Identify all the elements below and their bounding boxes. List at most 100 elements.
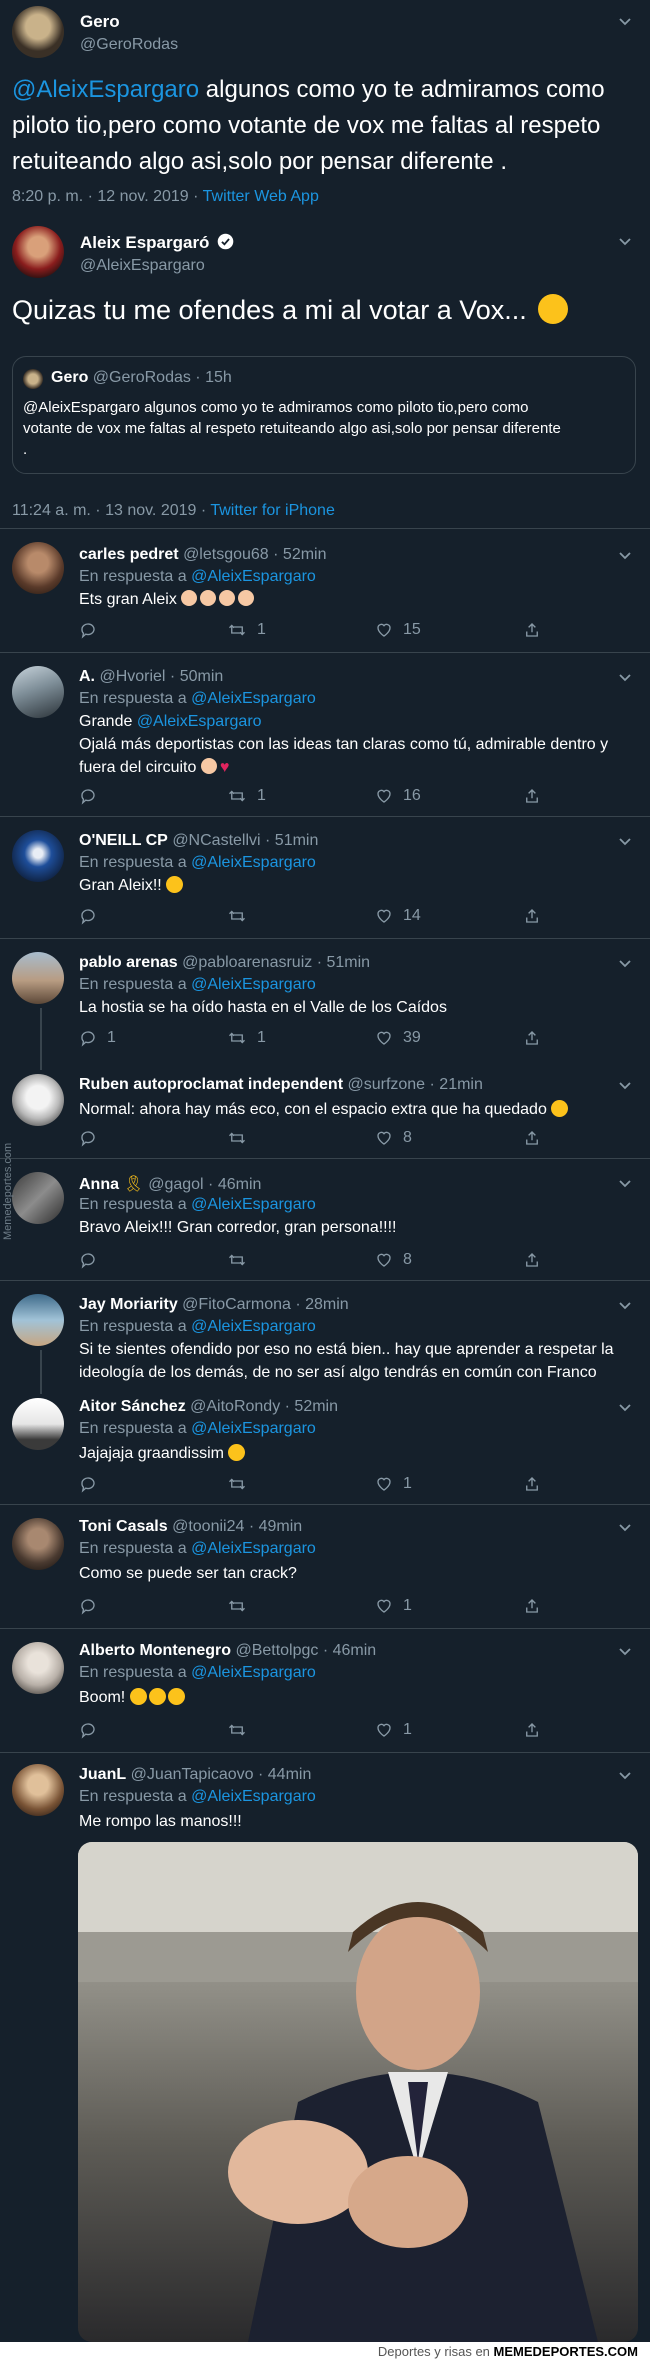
chevron-down-icon[interactable] [618,1768,632,1782]
chevron-down-icon[interactable] [618,1176,632,1190]
avatar[interactable] [12,1172,64,1224]
source-link[interactable]: Twitter for iPhone [210,502,335,519]
like-button[interactable]: 1 [375,1596,412,1616]
share-button[interactable] [523,906,541,926]
reply-button[interactable] [79,1128,97,1148]
chevron-down-icon[interactable] [618,670,632,684]
like-button[interactable]: 1 [375,1720,412,1740]
reply-author[interactable]: Aitor Sánchez @AitoRondy · 52min [79,1398,338,1416]
attached-gif-image[interactable] [78,1842,638,2342]
reply-author[interactable]: carles pedret @letsgou68 · 52min [79,546,327,564]
avatar[interactable] [12,830,64,882]
like-button[interactable]: 8 [375,1250,412,1270]
author-handle[interactable]: @AleixEspargaro [80,257,205,275]
reply-author[interactable]: Alberto Montenegro @Bettolpgc · 46min [79,1642,376,1660]
reply-button[interactable] [79,1596,97,1616]
reply-author[interactable]: JuanL @JuanTapicaovo · 44min [79,1766,311,1784]
reply-author[interactable]: pablo arenas @pabloarenasruiz · 51min [79,954,370,972]
chevron-down-icon[interactable] [618,14,632,28]
chevron-down-icon[interactable] [618,1400,632,1414]
share-button[interactable] [523,1250,541,1270]
chevron-down-icon[interactable] [618,834,632,848]
reply-button[interactable] [79,786,97,806]
avatar[interactable] [12,1642,64,1694]
like-button[interactable]: 39 [375,1028,421,1048]
share-button[interactable] [523,786,541,806]
mention-link[interactable]: @AleixEspargaro [12,76,199,103]
share-button[interactable] [523,1596,541,1616]
avatar[interactable] [12,666,64,718]
reply-button[interactable] [79,906,97,926]
author-name[interactable]: Aleix Espargaró [80,233,234,253]
retweet-button[interactable]: 1 [227,1028,266,1048]
chevron-down-icon[interactable] [618,234,632,248]
mention-link[interactable]: @AleixEspargaro [191,1664,316,1681]
chevron-down-icon[interactable] [618,1298,632,1312]
mention-link[interactable]: @AleixEspargaro [191,1540,316,1557]
retweet-button[interactable] [227,1474,247,1494]
retweet-button[interactable] [227,1128,247,1148]
retweet-button[interactable] [227,1596,247,1616]
share-button[interactable] [523,1474,541,1494]
like-button[interactable]: 8 [375,1128,412,1148]
like-button[interactable]: 14 [375,906,421,926]
retweet-icon [229,1600,245,1612]
avatar[interactable] [12,6,64,58]
like-button[interactable]: 16 [375,786,421,806]
mention-link[interactable]: @AleixEspargaro [191,1318,316,1335]
reply-author[interactable]: Jay Moriarity @FitoCarmona · 28min [79,1296,349,1314]
reply-text: La hostia se ha oído hasta en el Valle d… [79,999,447,1016]
retweet-button[interactable]: 1 [227,620,266,640]
author-handle[interactable]: @GeroRodas [80,36,178,54]
share-button[interactable] [523,1720,541,1740]
mention-link[interactable]: @AleixEspargaro [191,854,316,871]
reply-author[interactable]: Ruben autoproclamat independent @surfzon… [79,1076,483,1094]
tweet-text: @AleixEspargaro algunos como yo te admir… [12,76,605,175]
reply-author[interactable]: O'NEILL CP @NCastellvi · 51min [79,832,318,850]
quoted-tweet-card[interactable]: Gero @GeroRodas · 15h @AleixEspargaro al… [12,356,636,474]
mention-link[interactable]: @AleixEspargaro [191,1196,316,1213]
share-button[interactable] [523,620,541,640]
reply-icon [81,1131,95,1147]
avatar[interactable] [12,1764,64,1816]
mention-link[interactable]: @AleixEspargaro [191,1788,316,1805]
tweet-actions: 14 [79,906,559,926]
author-name[interactable]: Gero [80,12,120,32]
chevron-down-icon[interactable] [618,956,632,970]
avatar[interactable] [12,542,64,594]
source-link[interactable]: Twitter Web App [203,188,319,205]
reply-button[interactable]: 1 [79,1028,116,1048]
reply-button[interactable] [79,1474,97,1494]
retweet-button[interactable] [227,906,247,926]
share-icon [526,1599,538,1613]
avatar[interactable] [12,226,64,278]
chevron-down-icon[interactable] [618,1644,632,1658]
reply-button[interactable] [79,620,97,640]
avatar[interactable] [12,1294,64,1346]
chevron-down-icon[interactable] [618,1078,632,1092]
chevron-down-icon[interactable] [618,548,632,562]
reply-button[interactable] [79,1720,97,1740]
avatar[interactable] [12,1398,64,1450]
mention-link[interactable]: @AleixEspargaro [137,713,262,730]
like-button[interactable]: 15 [375,620,421,640]
reply-author[interactable]: Anna 🎗 @gagol · 46min [79,1174,261,1194]
retweet-button[interactable]: 1 [227,786,266,806]
share-button[interactable] [523,1128,541,1148]
avatar[interactable] [12,952,64,1004]
mention-link[interactable]: @AleixEspargaro [191,568,316,585]
mention-link[interactable]: @AleixEspargaro [191,976,316,993]
like-button[interactable]: 1 [375,1474,412,1494]
reply-author[interactable]: Toni Casals @toonii24 · 49min [79,1518,302,1536]
mention-link[interactable]: @AleixEspargaro [191,690,316,707]
chevron-down-icon[interactable] [618,1520,632,1534]
reply-text: Gran Aleix!! [79,874,636,897]
reply-author[interactable]: A. @Hvoriel · 50min [79,668,223,686]
share-button[interactable] [523,1028,541,1048]
retweet-button[interactable] [227,1720,247,1740]
reply-button[interactable] [79,1250,97,1270]
avatar[interactable] [12,1074,64,1126]
mention-link[interactable]: @AleixEspargaro [191,1420,316,1437]
retweet-button[interactable] [227,1250,247,1270]
avatar[interactable] [12,1518,64,1570]
